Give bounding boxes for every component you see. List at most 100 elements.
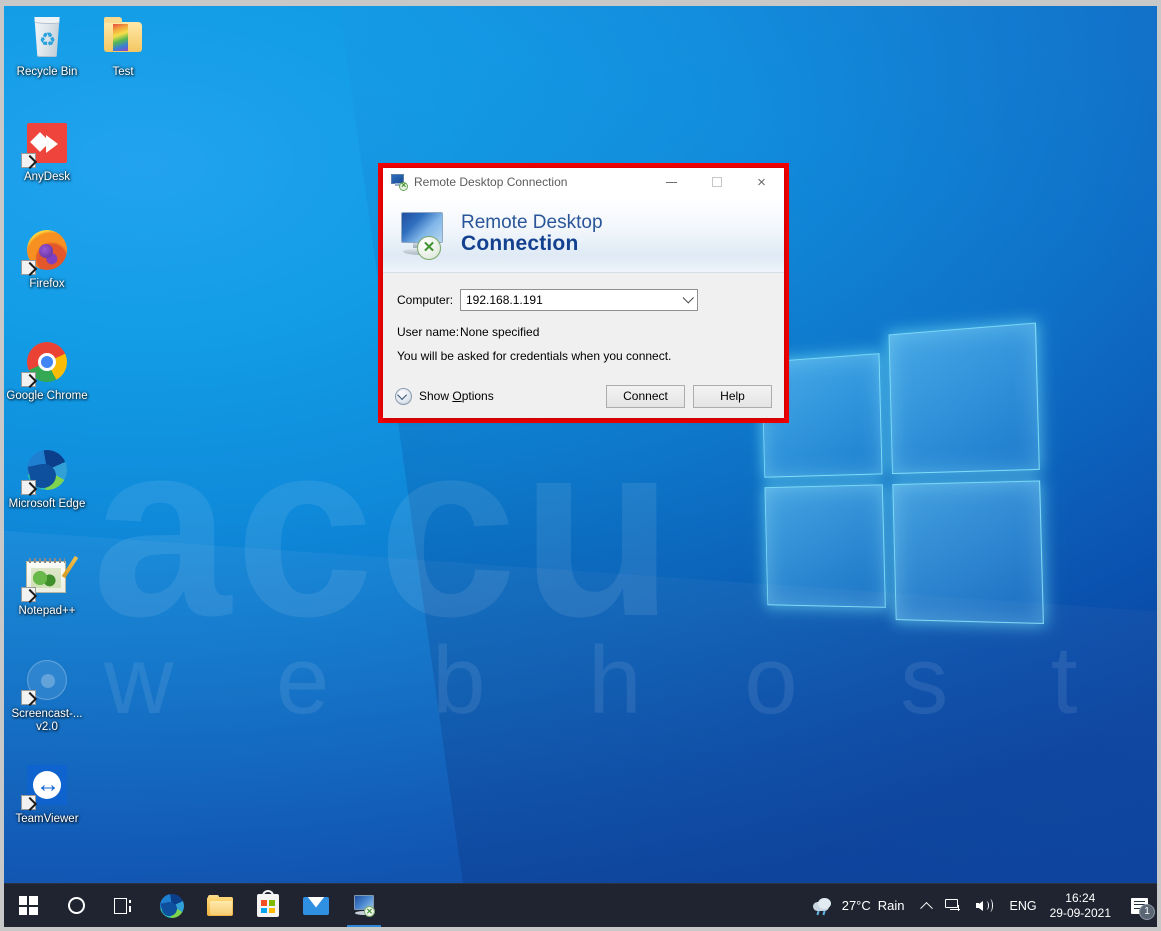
windows-hero-logo [761,322,1044,625]
username-label: User name: [397,325,460,339]
clock[interactable]: 16:24 29-09-2021 [1046,891,1121,921]
folder-icon [99,14,147,62]
desktop-icon-google-chrome[interactable]: Google Chrome [4,338,90,403]
windows-logo-icon [18,896,38,915]
dialog-titlebar[interactable]: Remote Desktop Connection × [383,168,784,197]
connection-badge-icon: ✕ [417,235,441,260]
wallpaper-watermark-main: accu [92,389,678,668]
desktop-icon-teamviewer[interactable]: TeamViewer [4,761,90,826]
file-explorer-taskbar-button[interactable] [196,884,244,928]
desktop-icon-label: Test [112,66,134,78]
microsoft-edge-icon [160,893,184,918]
file-explorer-icon [207,895,233,916]
desktop-icon-label: Recycle Bin [16,66,78,78]
microsoft-store-icon [257,890,279,917]
screen: accu w e b h o s t i n g Recycle Bin Tes… [0,0,1161,931]
show-options-label: Show Options [419,389,494,403]
minimize-button[interactable] [649,168,694,197]
shortcut-arrow-icon [21,372,36,387]
network-icon [944,898,962,913]
maximize-button[interactable] [694,168,739,197]
anydesk-icon [21,119,71,168]
chevron-up-icon [919,901,933,915]
task-view-button[interactable] [100,884,148,928]
close-button[interactable]: × [739,168,784,197]
dialog-body: Computer: 192.168.1.191 User name: None … [383,273,784,389]
help-button[interactable]: Help [693,384,772,408]
computer-row: Computer: 192.168.1.191 [397,289,770,311]
remote-desktop-taskbar-button[interactable]: ✕ [340,884,388,927]
banner-line-2: Connection [461,232,579,256]
dialog-banner: ✕ Remote Desktop Connection [383,197,784,273]
desktop-icon-notepad-plus-plus[interactable]: Notepad++ [4,553,90,618]
dialog-footer: Show Options Connect Help [383,374,784,418]
desktop-icon-label: Notepad++ [18,605,76,617]
mail-icon [303,896,329,915]
volume-icon [975,898,994,913]
weather-temperature: 27°C [841,898,871,913]
shortcut-arrow-icon [21,587,36,602]
banner-line-1: Remote Desktop [461,211,603,233]
desktop-icon-label: Firefox [29,278,65,290]
desktop-icon-microsoft-edge[interactable]: Microsoft Edge [4,446,90,511]
chevron-down-icon[interactable] [680,290,697,310]
desktop-icon-anydesk[interactable]: AnyDesk [4,119,90,184]
tray-overflow-button[interactable] [915,884,938,928]
desktop-icon-screencast[interactable]: Screencast-... v2.0 [4,656,90,734]
microsoft-store-taskbar-button[interactable] [244,884,292,928]
shortcut-arrow-icon [21,480,36,495]
chevron-down-circle-icon [395,387,412,405]
teamviewer-icon [21,761,71,810]
dialog-title: Remote Desktop Connection [414,175,568,189]
connect-button[interactable]: Connect [606,384,685,408]
show-options-toggle[interactable]: Show Options [395,387,598,405]
cortana-search-button[interactable] [52,884,100,928]
computer-combobox[interactable]: 192.168.1.191 [460,289,698,311]
shortcut-arrow-icon [21,260,36,275]
credentials-hint: You will be asked for credentials when y… [397,349,672,363]
badge-glyph: ✕ [422,239,436,256]
system-tray: 27°C Rain ENG 16:24 29-09-2021 1 [807,884,1157,928]
username-value: None specified [460,325,540,339]
desktop-icon-test[interactable]: Test [80,14,166,79]
wallpaper-watermark-sub: w e b h o s t i n g [104,627,1157,734]
desktop-icon-recycle-bin[interactable]: Recycle Bin [4,14,90,79]
computer-input[interactable]: 192.168.1.191 [461,293,680,307]
notification-count-badge: 1 [1139,903,1155,920]
action-center-button[interactable]: 1 [1121,884,1157,928]
maximize-icon [711,177,722,187]
show-options-post: ptions [461,389,494,403]
weather-widget[interactable]: 27°C Rain [807,884,915,928]
edge-taskbar-button[interactable] [148,884,196,928]
window-controls: × [649,168,784,197]
notepad-plus-plus-icon [21,553,79,602]
screencast-icon [21,656,71,705]
microsoft-edge-icon [21,446,71,495]
language-indicator[interactable]: ENG [1001,899,1046,913]
clock-date: 29-09-2021 [1049,905,1111,920]
minimize-icon [666,181,677,183]
remote-desktop-monitor-icon: ✕ [395,210,451,260]
mail-taskbar-button[interactable] [292,884,340,928]
desktop-icon-firefox[interactable]: Firefox [4,226,90,291]
remote-desktop-connection-dialog: Remote Desktop Connection × ✕ Remote Des… [383,168,784,418]
desktop-wallpaper[interactable]: accu w e b h o s t i n g Recycle Bin Tes… [4,6,1157,883]
rain-cloud-icon [812,897,835,915]
network-status-button[interactable] [938,884,969,928]
show-options-accel: O [452,389,462,403]
task-view-icon [114,897,134,914]
volume-button[interactable] [969,884,1001,928]
remote-desktop-icon [391,174,408,191]
weather-condition: Rain [877,898,905,913]
show-options-pre: Show [419,389,453,403]
firefox-icon [21,226,71,275]
computer-label: Computer: [397,293,454,307]
desktop-icon-label: Screencast-... v2.0 [11,708,83,733]
start-button[interactable] [4,884,52,928]
shortcut-arrow-icon [21,153,36,168]
desktop-icon-label: Microsoft Edge [8,498,86,510]
circle-search-icon [67,897,85,914]
shortcut-arrow-icon [21,690,36,705]
desktop-icon-label: Google Chrome [6,390,88,402]
clock-time: 16:24 [1065,890,1096,905]
